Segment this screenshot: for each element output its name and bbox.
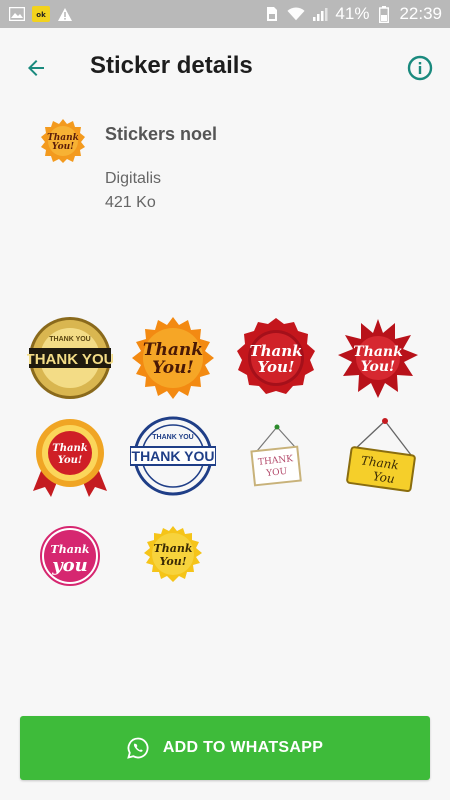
sticker-yellow-burst[interactable]: Thank You! <box>125 508 221 604</box>
svg-text:ok: ok <box>36 11 46 19</box>
status-bar: ok 41% 22:39 <box>0 0 450 28</box>
sticker-hanging-sign-yellow[interactable]: Thank You <box>330 408 426 504</box>
pack-tray-icon: Thank You! <box>40 118 86 164</box>
signal-icon <box>311 6 329 22</box>
sticker-gold-line1: THANK YOU <box>27 351 113 368</box>
pack-publisher: Digitalis <box>105 170 162 187</box>
sim-icon <box>263 6 281 22</box>
back-button[interactable] <box>18 50 54 86</box>
sticker-blue-stamp[interactable]: THANK YOU THANK YOU <box>125 408 221 504</box>
sticker-yburst-line2: You! <box>159 555 186 568</box>
arrow-back-icon <box>28 60 44 76</box>
gallery-icon <box>8 6 26 22</box>
sticker-orange-line2: You! <box>152 358 194 378</box>
sticker-pink-circle[interactable]: Thank you <box>22 508 118 604</box>
toolbar: Sticker details <box>0 28 450 106</box>
sticker-medal-line2: You! <box>58 455 83 466</box>
battery-icon <box>375 5 393 23</box>
add-to-whatsapp-label: ADD TO WHATSAPP <box>162 739 324 756</box>
info-button[interactable] <box>402 50 438 86</box>
sticker-star-line1: Thank <box>353 344 403 360</box>
sticker-stamp-line1: THANK YOU <box>132 448 215 464</box>
sticker-grid: THANK YOU THANK YOU Thank You! Thank You… <box>20 310 430 610</box>
sticker-star-line2: You! <box>361 359 395 375</box>
page-title: Sticker details <box>90 52 253 79</box>
warning-icon <box>56 6 74 22</box>
sticker-pink-line2: you <box>51 555 88 576</box>
info-icon <box>407 55 433 81</box>
sticker-rosette-line2: You! <box>258 358 295 376</box>
app-notification-icon: ok <box>32 6 50 22</box>
pack-size: 421 Ko <box>105 194 156 211</box>
whatsapp-icon <box>127 737 149 759</box>
sticker-medal-line1: Thank <box>52 443 87 454</box>
sticker-hanging-sign-white[interactable]: THANK YOU <box>228 408 324 504</box>
sticker-gold-seal[interactable]: THANK YOU THANK YOU <box>22 310 118 406</box>
clock: 22:39 <box>399 4 442 23</box>
svg-text:You!: You! <box>52 142 74 152</box>
sticker-red-star[interactable]: Thank You! <box>330 310 426 406</box>
sticker-gold-line2: THANK YOU <box>49 336 90 343</box>
sticker-stamp-line2: THANK YOU <box>152 434 193 441</box>
sticker-orange-burst[interactable]: Thank You! <box>125 310 221 406</box>
pack-name: Stickers noel <box>105 124 218 144</box>
status-right: 41% 22:39 <box>263 4 442 24</box>
sticker-yburst-line1: Thank <box>154 542 193 555</box>
sticker-red-rosette[interactable]: Thank You! <box>228 310 324 406</box>
status-left: ok <box>8 6 74 22</box>
wifi-icon <box>287 6 305 22</box>
battery-percent: 41% <box>335 4 370 23</box>
sticker-ribbon-medal[interactable]: Thank You! <box>22 408 118 504</box>
add-to-whatsapp-button[interactable]: ADD TO WHATSAPP <box>20 716 430 780</box>
sticker-orange-line1: Thank <box>143 340 203 360</box>
